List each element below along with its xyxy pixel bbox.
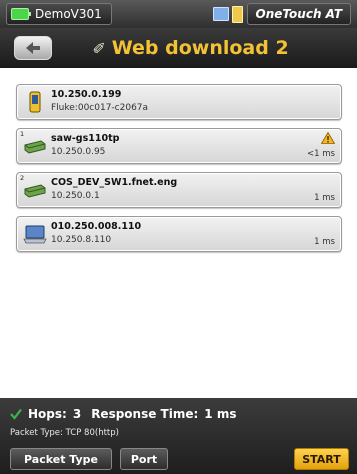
port-button[interactable]: Port xyxy=(120,448,168,470)
packet-type-text: Packet Type: TCP 80(http) xyxy=(10,428,119,438)
title-bar: ✐ Web download 2 xyxy=(0,28,357,68)
battery-icon xyxy=(11,8,31,20)
switch-icon xyxy=(24,140,46,154)
path-list: 10.250.0.199 Fluke:00c017-c2067a 1 saw-g… xyxy=(16,84,342,260)
status-bar: DemoV301 OneTouch AT xyxy=(0,0,357,28)
network-status[interactable] xyxy=(212,5,243,23)
hop-address: 10.250.0.95 xyxy=(51,147,106,157)
tower-icon xyxy=(231,5,243,23)
hop-name: COS_DEV_SW1.fnet.eng xyxy=(51,177,178,188)
device-name: DemoV301 xyxy=(35,7,102,21)
checkmark-icon xyxy=(10,408,22,420)
start-button[interactable]: START xyxy=(294,448,349,470)
brand-label[interactable]: OneTouch AT xyxy=(246,3,351,25)
hop-address: 10.250.0.1 xyxy=(51,191,100,201)
tester-icon xyxy=(29,91,41,113)
hop-name: 010.250.008.110 xyxy=(51,221,142,232)
hop-name: saw-gs110tp xyxy=(51,133,120,144)
hop-time: <1 ms xyxy=(307,149,335,159)
response-time-value: 1 ms xyxy=(204,407,237,421)
bottom-panel: Hops: 3 Response Time: 1 ms Packet Type:… xyxy=(0,398,357,474)
screen: DemoV301 OneTouch AT ✐ Web download 2 10… xyxy=(0,0,357,474)
hop-time: 1 ms xyxy=(314,237,335,247)
switch-icon xyxy=(24,184,46,198)
path-row-hop-2[interactable]: 2 COS_DEV_SW1.fnet.eng 10.250.0.1 1 ms xyxy=(16,172,342,208)
web-download-icon: ✐ xyxy=(92,38,106,58)
hop-address: 10.250.8.110 xyxy=(51,235,112,245)
computer-icon xyxy=(23,225,47,244)
hop-name: 10.250.0.199 xyxy=(51,89,122,100)
hops-label: Hops: xyxy=(28,407,67,421)
back-arrow-icon xyxy=(26,42,40,54)
hop-time: 1 ms xyxy=(314,193,335,203)
page-title: ✐ Web download 2 xyxy=(92,37,288,59)
warning-icon xyxy=(321,132,335,144)
path-row-source[interactable]: 10.250.0.199 Fluke:00c017-c2067a xyxy=(16,84,342,120)
hops-value: 3 xyxy=(72,407,82,421)
path-row-destination[interactable]: 010.250.008.110 10.250.8.110 1 ms xyxy=(16,216,342,252)
result-summary: Hops: 3 Response Time: 1 ms xyxy=(10,407,236,421)
device-chip[interactable]: DemoV301 xyxy=(6,3,112,25)
packet-type-button[interactable]: Packet Type xyxy=(10,448,112,470)
path-row-hop-1[interactable]: 1 saw-gs110tp 10.250.0.95 <1 ms xyxy=(16,128,342,164)
page-title-text: Web download 2 xyxy=(111,37,289,59)
hop-address: Fluke:00c017-c2067a xyxy=(51,103,149,113)
back-button[interactable] xyxy=(14,36,52,60)
response-time-label: Response Time: xyxy=(91,407,199,421)
monitor-icon xyxy=(212,7,229,21)
